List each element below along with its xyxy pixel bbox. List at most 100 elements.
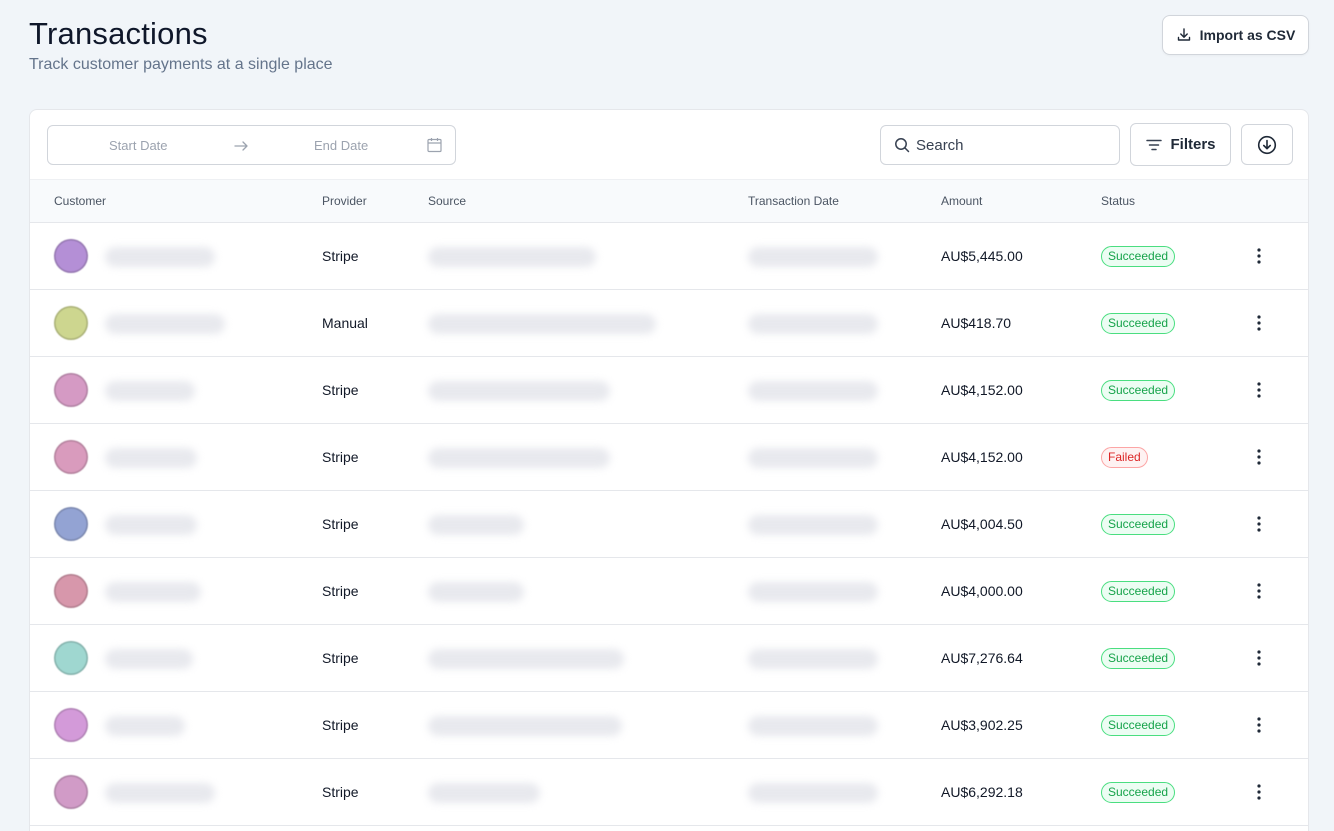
customer-avatar [54,306,88,340]
table-body: Stripe AU$5,445.00 Succeeded Manual AU$4… [30,223,1308,826]
customer-avatar [54,239,88,273]
search-box[interactable] [880,125,1120,165]
provider-cell: Stripe [322,650,359,666]
table-row[interactable]: Stripe AU$4,004.50 Succeeded [30,491,1308,558]
row-actions-button[interactable] [1249,514,1269,534]
date-redacted [748,247,878,267]
more-vertical-icon [1257,315,1261,331]
amount-cell: AU$6,292.18 [941,784,1023,800]
customer-avatar [54,507,88,541]
provider-cell: Stripe [322,784,359,800]
page-subtitle: Track customer payments at a single plac… [29,56,333,73]
source-redacted [428,783,540,803]
column-header-provider[interactable]: Provider [322,194,367,208]
source-redacted [428,515,524,535]
status-badge: Failed [1101,447,1148,468]
status-badge: Succeeded [1101,313,1176,334]
customer-avatar [54,440,88,474]
search-icon [895,138,910,153]
table-row[interactable]: Stripe AU$6,292.18 Succeeded [30,759,1308,826]
status-badge: Succeeded [1101,715,1176,736]
amount-cell: AU$3,902.25 [941,717,1023,733]
customer-name-redacted [105,649,193,669]
transactions-page: Transactions Track customer payments at … [0,0,1334,831]
provider-cell: Stripe [322,717,359,733]
end-date-input[interactable]: End Date [314,138,368,153]
row-actions-button[interactable] [1249,380,1269,400]
more-vertical-icon [1257,784,1261,800]
table-row[interactable]: Stripe AU$5,445.00 Succeeded [30,223,1308,290]
row-actions-button[interactable] [1249,648,1269,668]
download-icon [1177,28,1190,41]
table-row[interactable]: Manual AU$418.70 Succeeded [30,290,1308,357]
customer-name-redacted [105,314,225,334]
amount-cell: AU$418.70 [941,315,1012,331]
status-badge: Succeeded [1101,246,1176,267]
customer-avatar [54,373,88,407]
source-redacted [428,448,610,468]
table-row[interactable]: Stripe AU$4,000.00 Succeeded [30,558,1308,625]
customer-name-redacted [105,448,197,468]
customer-name-redacted [105,381,195,401]
more-vertical-icon [1257,382,1261,398]
date-redacted [748,381,878,401]
column-header-customer[interactable]: Customer [54,194,106,208]
more-vertical-icon [1257,449,1261,465]
date-redacted [748,783,878,803]
date-redacted [748,448,878,468]
provider-cell: Stripe [322,516,359,532]
table-row[interactable]: Stripe AU$4,152.00 Succeeded [30,357,1308,424]
row-actions-button[interactable] [1249,447,1269,467]
more-vertical-icon [1257,717,1261,733]
column-header-amount[interactable]: Amount [941,194,982,208]
import-csv-label: Import as CSV [1199,27,1296,43]
source-redacted [428,649,624,669]
status-badge: Succeeded [1101,514,1176,535]
start-date-input[interactable]: Start Date [109,138,168,153]
table-row[interactable]: Stripe AU$3,902.25 Succeeded [30,692,1308,759]
provider-cell: Stripe [322,248,359,264]
date-redacted [748,515,878,535]
provider-cell: Stripe [322,583,359,599]
provider-cell: Stripe [322,449,359,465]
import-csv-button[interactable]: Import as CSV [1162,15,1309,55]
status-badge: Succeeded [1101,581,1176,602]
export-download-button[interactable] [1241,124,1293,165]
table-row[interactable]: Stripe AU$7,276.64 Succeeded [30,625,1308,692]
source-redacted [428,381,610,401]
calendar-icon[interactable] [427,137,442,153]
source-redacted [428,314,656,334]
date-redacted [748,314,878,334]
transactions-card: Start Date End Date Filters [29,109,1309,831]
column-header-source[interactable]: Source [428,194,466,208]
status-badge: Succeeded [1101,380,1176,401]
more-vertical-icon [1257,516,1261,532]
source-redacted [428,716,622,736]
customer-name-redacted [105,783,215,803]
amount-cell: AU$4,152.00 [941,449,1023,465]
table-row[interactable]: Stripe AU$4,152.00 Failed [30,424,1308,491]
row-actions-button[interactable] [1249,782,1269,802]
filter-icon [1146,139,1163,150]
customer-name-redacted [105,716,185,736]
date-redacted [748,649,878,669]
date-range-picker[interactable]: Start Date End Date [47,125,456,165]
row-actions-button[interactable] [1249,715,1269,735]
customer-name-redacted [105,582,201,602]
customer-avatar [54,574,88,608]
more-vertical-icon [1257,650,1261,666]
filters-button[interactable]: Filters [1130,123,1231,166]
provider-cell: Manual [322,315,368,331]
date-redacted [748,716,878,736]
provider-cell: Stripe [322,382,359,398]
row-actions-button[interactable] [1249,246,1269,266]
column-header-transaction-date[interactable]: Transaction Date [748,194,839,208]
row-actions-button[interactable] [1249,581,1269,601]
source-redacted [428,247,596,267]
row-actions-button[interactable] [1249,313,1269,333]
amount-cell: AU$5,445.00 [941,248,1023,264]
search-input[interactable] [916,136,1106,154]
column-header-status[interactable]: Status [1101,194,1135,208]
download-circle-icon [1257,135,1277,154]
arrow-right-icon [234,141,248,151]
